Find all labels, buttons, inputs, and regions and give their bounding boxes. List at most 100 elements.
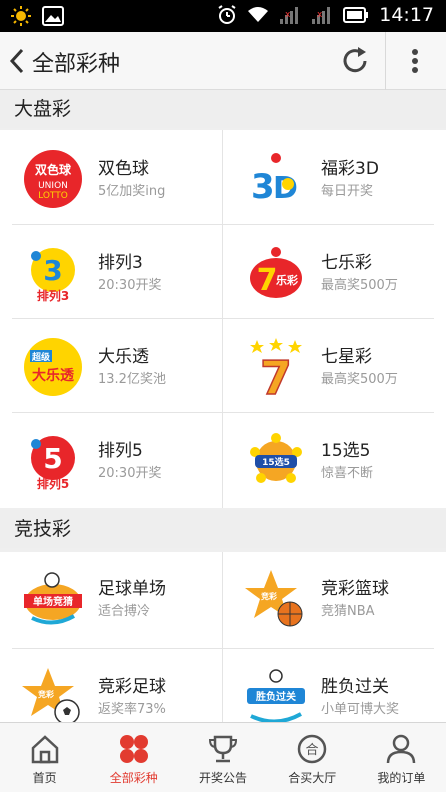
lottery-name: 七乐彩	[321, 253, 372, 273]
refresh-icon[interactable]	[338, 44, 372, 78]
lottery-subtitle: 适合搏冷	[98, 604, 151, 619]
all-lottery-icon	[119, 735, 148, 763]
lottery-subtitle: 20:30开奖	[98, 466, 162, 481]
lottery-name: 排列3	[98, 253, 143, 273]
svg-text:大乐透: 大乐透	[32, 367, 75, 384]
basketball-logo-icon: 竞彩	[245, 570, 303, 627]
lottery-item-fucai3d[interactable]: 3 D 福彩3D 每日开奖	[223, 132, 446, 224]
lottery-subtitle: 小单可博大奖	[321, 702, 400, 717]
lottery-name: 胜负过关	[321, 677, 389, 697]
app-header: 全部彩种	[0, 32, 446, 90]
svg-text:15选5: 15选5	[262, 456, 290, 468]
pailie3-logo-icon: 3 排列3	[31, 248, 75, 303]
svg-text:排列5: 排列5	[37, 476, 69, 491]
svg-text:LOTTO: LOTTO	[38, 191, 68, 201]
bottom-tab-bar: 首页 全部彩种 开奖公告 合 合买大厅 我的订单	[0, 722, 446, 792]
sun-icon	[11, 6, 31, 26]
tab-label: 合买大厅	[288, 771, 337, 785]
svg-text:排列3: 排列3	[37, 288, 69, 303]
section-title-jingjicai: 竞技彩	[0, 510, 446, 548]
lottery-item-shuangseqiu[interactable]: 双色球 UNION LOTTO 双色球 5亿加奖ing	[0, 132, 223, 224]
qixingcai-logo-icon: 7	[250, 338, 302, 398]
lottery-item-daletou[interactable]: 超级 大乐透 大乐透 13.2亿奖池	[0, 320, 223, 412]
lottery-item-pailie5[interactable]: 5 排列5 排列5 20:30开奖	[0, 414, 223, 506]
tab-home[interactable]: 首页	[0, 723, 89, 792]
svg-text:胜负过关: 胜负过关	[255, 690, 296, 703]
lottery-name: 竞彩足球	[98, 677, 166, 697]
lottery-item-jingcailanqiu[interactable]: 竞彩 竞彩篮球 竞猜NBA	[223, 552, 446, 644]
tab-label: 全部彩种	[109, 771, 158, 785]
section-title-dapancai: 大盘彩	[0, 90, 446, 128]
wifi-icon	[248, 7, 269, 22]
lottery-item-zuqiudanchang[interactable]: 单场竞猜 足球单场 适合搏冷	[0, 552, 223, 644]
lottery-subtitle: 每日开奖	[321, 184, 374, 199]
battery-icon	[343, 7, 369, 23]
header-divider	[385, 32, 386, 90]
soccer-logo-icon: 竞彩	[22, 668, 80, 725]
lottery-name: 七星彩	[321, 347, 372, 367]
svg-text:7: 7	[260, 351, 292, 398]
lottery-subtitle: 20:30开奖	[98, 278, 162, 293]
alarm-icon	[218, 5, 236, 24]
lottery-subtitle: 5亿加奖ing	[98, 184, 166, 199]
clock: 14:17	[379, 4, 434, 26]
lottery-name: 足球单场	[98, 579, 166, 599]
lottery-item-15xuan5[interactable]: 15选5 15选5 惊喜不断	[223, 414, 446, 506]
lottery-subtitle: 返奖率73%	[98, 702, 166, 717]
lottery-item-pailie3[interactable]: 3 排列3 排列3 20:30开奖	[0, 226, 223, 318]
group-buy-icon: 合	[297, 734, 327, 764]
lottery-name: 15选5	[321, 441, 371, 461]
daletou-logo-icon: 超级 大乐透	[24, 338, 82, 396]
svg-text:合: 合	[306, 743, 319, 758]
15xuan5-logo-icon: 15选5	[250, 433, 302, 483]
tab-group-buy[interactable]: 合 合买大厅	[268, 723, 357, 792]
tab-label: 首页	[32, 771, 57, 785]
lottery-name: 福彩3D	[321, 159, 379, 179]
win-lose-logo-icon: 胜负过关	[247, 669, 305, 724]
svg-text:竞彩: 竞彩	[260, 591, 277, 601]
lottery-name: 双色球	[98, 159, 149, 179]
home-icon	[31, 735, 58, 764]
lottery-subtitle: 最高奖500万	[321, 278, 398, 293]
user-icon	[387, 734, 416, 764]
svg-text:5: 5	[43, 442, 62, 475]
more-options-icon[interactable]	[400, 44, 430, 78]
qilecai-logo-icon: 7 乐彩	[250, 247, 302, 298]
svg-text:3: 3	[43, 254, 62, 287]
svg-text:乐彩: 乐彩	[276, 273, 298, 287]
lottery-subtitle: 惊喜不断	[321, 466, 374, 481]
svg-text:x: x	[317, 10, 323, 20]
lottery-item-qixingcai[interactable]: 7 七星彩 最高奖500万	[223, 320, 446, 412]
signal-icon-2: x	[312, 7, 331, 24]
lottery-name: 排列5	[98, 441, 143, 461]
back-arrow-icon[interactable]	[6, 44, 28, 78]
status-bar: x x 14:17	[0, 0, 446, 32]
signal-icon: x	[280, 7, 299, 24]
lottery-subtitle: 最高奖500万	[321, 372, 398, 387]
tab-all-lottery[interactable]: 全部彩种	[89, 723, 178, 792]
svg-text:7: 7	[257, 263, 278, 298]
svg-text:竞彩: 竞彩	[37, 689, 54, 699]
soccer-single-logo-icon: 单场竞猜	[24, 572, 82, 625]
tab-my-orders[interactable]: 我的订单	[357, 723, 446, 792]
lottery-item-qilecai[interactable]: 7 乐彩 七乐彩 最高奖500万	[223, 226, 446, 318]
lottery-grid-dapancai: 双色球 UNION LOTTO 双色球 5亿加奖ing 3 D 福彩3D 每日开…	[0, 130, 446, 508]
tab-label: 开奖公告	[199, 771, 248, 785]
pailie5-logo-icon: 5 排列5	[31, 436, 75, 491]
svg-text:UNION: UNION	[38, 181, 68, 191]
lottery-subtitle: 竞猜NBA	[321, 604, 375, 619]
svg-text:3: 3	[251, 167, 275, 207]
tab-draw-results[interactable]: 开奖公告	[178, 723, 267, 792]
trophy-icon	[208, 735, 238, 763]
shuangseqiu-logo-icon: 双色球 UNION LOTTO	[24, 150, 82, 208]
gallery-icon	[42, 6, 64, 26]
lottery-name: 大乐透	[98, 347, 149, 367]
lottery-subtitle: 13.2亿奖池	[98, 372, 166, 387]
svg-text:双色球: 双色球	[35, 162, 72, 177]
tab-label: 我的订单	[377, 771, 426, 785]
lottery-name: 竞彩篮球	[321, 579, 389, 599]
svg-text:超级: 超级	[31, 351, 51, 363]
fucai3d-logo-icon: 3 D	[251, 153, 298, 207]
svg-text:单场竞猜: 单场竞猜	[33, 595, 73, 608]
page-title: 全部彩种	[32, 52, 121, 77]
